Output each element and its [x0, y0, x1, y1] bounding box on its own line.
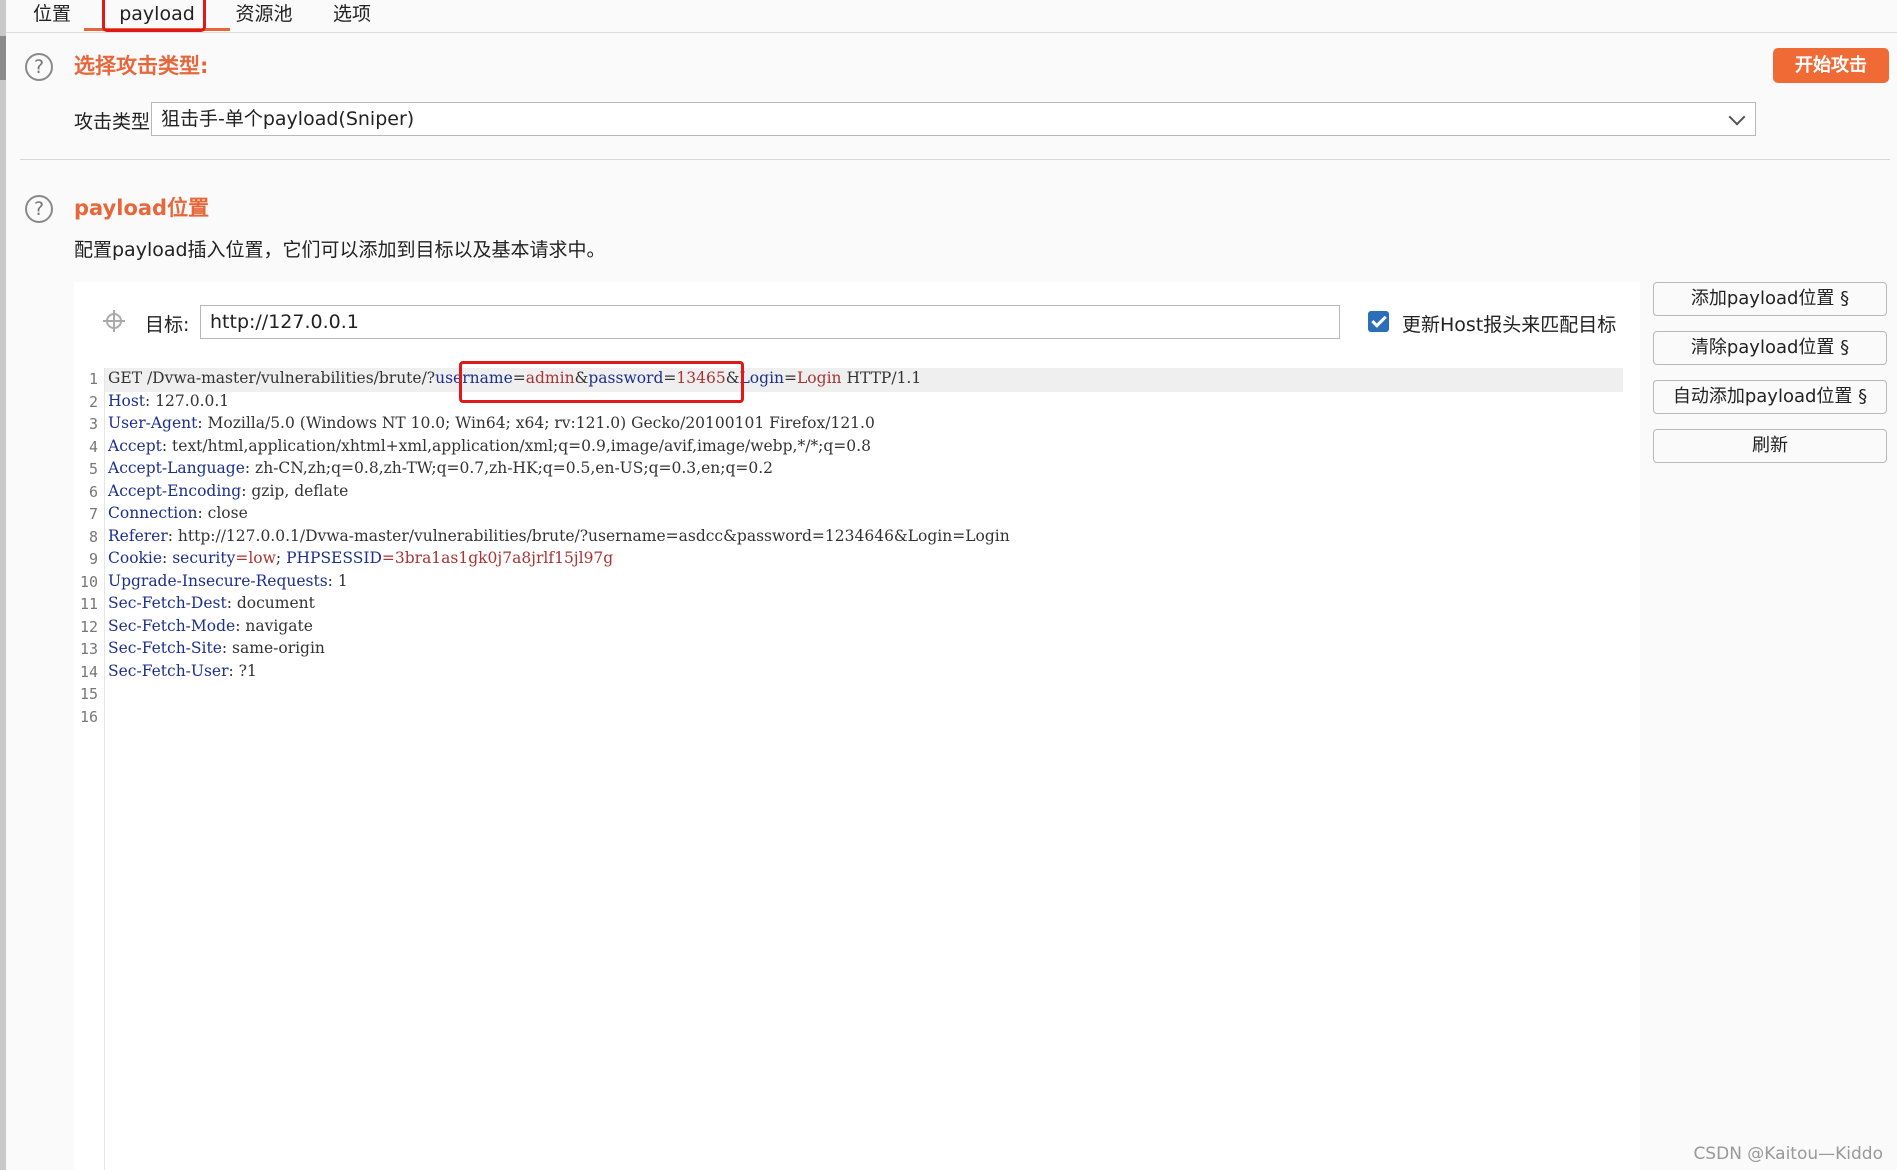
attack-help-icon[interactable]: ?	[25, 53, 53, 81]
tab-positions[interactable]: 位置	[24, 0, 80, 31]
attack-type-select[interactable]: 狙击手-单个payload(Sniper)	[151, 102, 1756, 136]
line-number: 11	[79, 595, 98, 613]
line-number: 3	[88, 415, 98, 433]
line-number: 14	[79, 662, 98, 681]
line-number: 15	[79, 685, 98, 703]
request-header-line[interactable]: Accept-Language: zh-CN,zh;q=0.8,zh-TW;q=…	[108, 459, 773, 477]
request-header-line[interactable]: Accept-Encoding: gzip, deflate	[108, 482, 348, 500]
request-header-line[interactable]: Cookie: security=low; PHPSESSID=3bra1as1…	[108, 549, 613, 567]
request-header-line[interactable]: Accept: text/html,application/xhtml+xml,…	[108, 437, 871, 455]
target-label: 目标:	[145, 314, 190, 336]
line-number: 5	[88, 460, 98, 478]
request-header-line[interactable]: Connection: close	[108, 504, 248, 522]
section-divider	[20, 159, 1890, 160]
request-header-line[interactable]: Host: 127.0.0.1	[108, 392, 229, 410]
attack-section-title: 选择攻击类型:	[74, 54, 209, 78]
line-number: 8	[88, 527, 98, 546]
auto-add-payload-position-button[interactable]: 自动添加payload位置 §	[1653, 380, 1887, 414]
attack-type-label: 攻击类型:	[74, 111, 157, 133]
line-number: 12	[79, 617, 98, 636]
request-header-line[interactable]: Sec-Fetch-Site: same-origin	[108, 639, 325, 657]
tab-options[interactable]: 选项	[324, 0, 380, 31]
tab-resource-pool[interactable]: 资源池	[224, 0, 304, 31]
line-number: 13	[79, 640, 98, 658]
request-header-line[interactable]: User-Agent: Mozilla/5.0 (Windows NT 10.0…	[108, 414, 875, 432]
left-edge-marker	[0, 36, 6, 80]
request-header-line[interactable]: Sec-Fetch-Mode: navigate	[108, 617, 313, 635]
refresh-button[interactable]: 刷新	[1653, 429, 1887, 463]
request-header-line[interactable]: Sec-Fetch-Dest: document	[108, 594, 315, 612]
update-host-checkbox[interactable]	[1368, 311, 1389, 332]
line-number: 2	[88, 392, 98, 411]
request-header-line[interactable]: Upgrade-Insecure-Requests: 1	[108, 572, 348, 590]
positions-section-title: payload位置	[74, 196, 210, 220]
chevron-down-icon	[1728, 108, 1746, 126]
request-header-line[interactable]: Referer: http://127.0.0.1/Dvwa-master/vu…	[108, 527, 1010, 545]
crosshair-icon	[103, 310, 125, 332]
payload-params-highlight-box	[459, 361, 744, 403]
line-number: 1	[88, 370, 98, 388]
start-attack-button[interactable]: 开始攻击	[1773, 48, 1889, 83]
target-input[interactable]: http://127.0.0.1	[200, 305, 1340, 339]
update-host-label: 更新Host报头来匹配目标	[1402, 314, 1617, 336]
clear-payload-position-button[interactable]: 清除payload位置 §	[1653, 331, 1887, 365]
left-edge-bar	[0, 0, 6, 1170]
watermark: CSDN @Kaitou—Kiddo	[1693, 1144, 1883, 1164]
line-number: 7	[88, 505, 98, 523]
positions-help-icon[interactable]: ?	[25, 195, 53, 223]
line-number: 4	[88, 437, 98, 456]
line-number: 10	[79, 572, 98, 591]
line-number: 6	[88, 482, 98, 501]
request-header-line[interactable]: Sec-Fetch-User: ?1	[108, 662, 257, 680]
line-number: 9	[88, 550, 98, 568]
add-payload-position-button[interactable]: 添加payload位置 §	[1653, 282, 1887, 316]
attack-type-value: 狙击手-单个payload(Sniper)	[161, 108, 415, 130]
tab-bar: 位置 payload 资源池 选项	[6, 0, 1897, 33]
tab-payload-highlight-box	[102, 0, 206, 32]
positions-description: 配置payload插入位置，它们可以添加到目标以及基本请求中。	[74, 239, 606, 261]
line-number: 16	[79, 707, 98, 726]
